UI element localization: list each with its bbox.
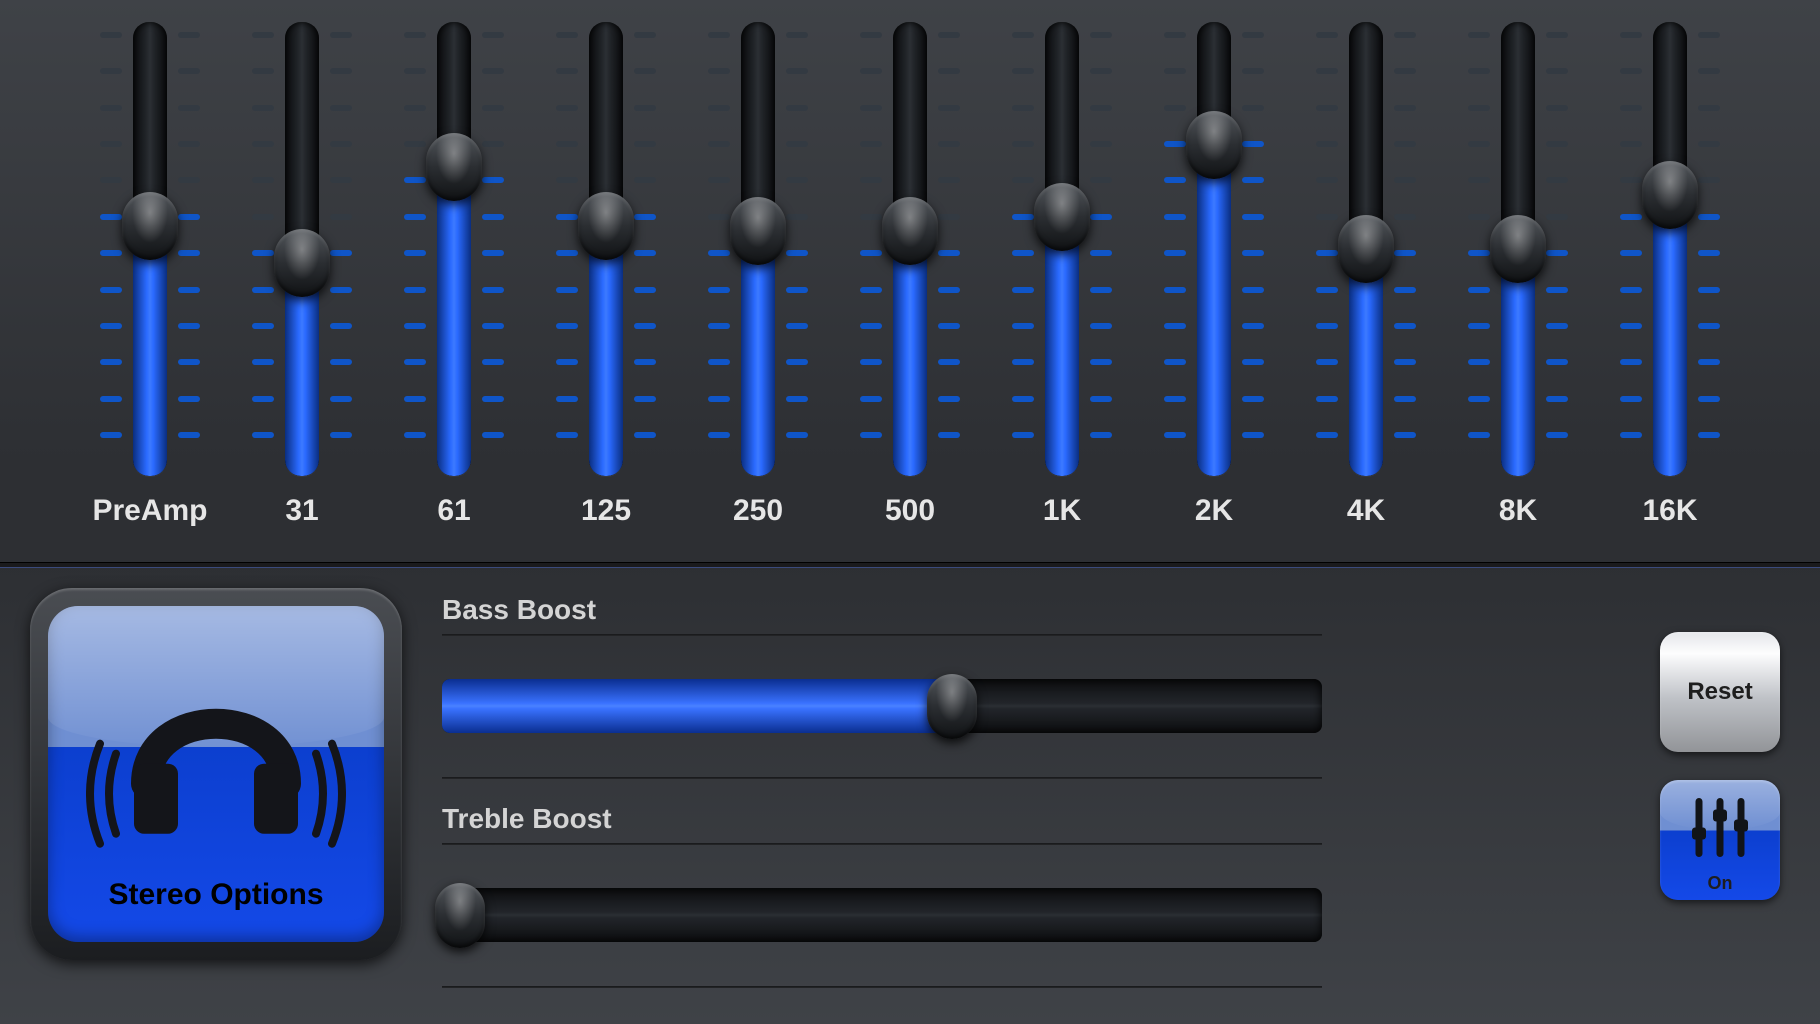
stereo-options-label: Stereo Options xyxy=(48,878,384,912)
eq-slider-thumb[interactable] xyxy=(274,229,330,297)
eq-band-label: 4K xyxy=(1347,494,1385,528)
eq-band-label: 500 xyxy=(885,494,935,528)
bass-boost-slider[interactable] xyxy=(442,660,1322,751)
eq-slider-thumb[interactable] xyxy=(1034,183,1090,251)
eq-slider-31[interactable] xyxy=(242,16,362,486)
boost-sliders: Bass Boost Treble Boost xyxy=(442,588,1322,1004)
eq-power-button[interactable]: On xyxy=(1660,780,1780,900)
eq-band-label: 8K xyxy=(1499,494,1537,528)
eq-band-250: 250 xyxy=(698,16,818,556)
eq-band-label: 2K xyxy=(1195,494,1233,528)
equalizer-app: PreAmp 31 61 125 250 500 1K 2K 4K 8K 16K xyxy=(0,0,1820,1024)
eq-band-label: 250 xyxy=(733,494,783,528)
eq-band-label: 31 xyxy=(285,494,318,528)
eq-band-label: 16K xyxy=(1642,494,1697,528)
eq-slider-500[interactable] xyxy=(850,16,970,486)
eq-band-4k: 4K xyxy=(1306,16,1426,556)
panel-divider xyxy=(0,562,1820,568)
eq-band-31: 31 xyxy=(242,16,362,556)
bass-boost-label: Bass Boost xyxy=(442,594,1322,626)
eq-slider-thumb[interactable] xyxy=(1186,111,1242,179)
eq-band-label: 1K xyxy=(1043,494,1081,528)
stereo-options-button[interactable]: Stereo Options xyxy=(30,588,402,960)
eq-slider-thumb[interactable] xyxy=(426,133,482,201)
eq-slider-1k[interactable] xyxy=(1002,16,1122,486)
treble-boost-label: Treble Boost xyxy=(442,803,1322,835)
eq-band-500: 500 xyxy=(850,16,970,556)
eq-slider-thumb[interactable] xyxy=(1490,215,1546,283)
eq-slider-61[interactable] xyxy=(394,16,514,486)
eq-slider-thumb[interactable] xyxy=(1642,161,1698,229)
eq-slider-8k[interactable] xyxy=(1458,16,1578,486)
eq-slider-thumb[interactable] xyxy=(730,197,786,265)
eq-slider-16k[interactable] xyxy=(1610,16,1730,486)
eq-band-preamp: PreAmp xyxy=(90,16,210,556)
eq-band-label: PreAmp xyxy=(92,494,207,528)
eq-band-label: 125 xyxy=(581,494,631,528)
eq-band-61: 61 xyxy=(394,16,514,556)
eq-slider-250[interactable] xyxy=(698,16,818,486)
sliders-icon xyxy=(1685,796,1755,865)
bottom-panel: Stereo Options Bass Boost Treble Boost R… xyxy=(0,570,1820,1024)
reset-button[interactable]: Reset xyxy=(1660,632,1780,752)
eq-slider-preamp[interactable] xyxy=(90,16,210,486)
reset-button-label: Reset xyxy=(1660,678,1780,706)
eq-band-16k: 16K xyxy=(1610,16,1730,556)
eq-slider-thumb[interactable] xyxy=(882,197,938,265)
eq-band-8k: 8K xyxy=(1458,16,1578,556)
eq-power-label: On xyxy=(1660,873,1780,894)
eq-band-label: 61 xyxy=(437,494,470,528)
eq-slider-4k[interactable] xyxy=(1306,16,1426,486)
eq-band-2k: 2K xyxy=(1154,16,1274,556)
eq-slider-thumb[interactable] xyxy=(122,192,178,260)
treble-boost-slider[interactable] xyxy=(442,869,1322,960)
right-button-column: Reset On xyxy=(1660,588,1790,1004)
eq-band-1k: 1K xyxy=(1002,16,1122,556)
eq-slider-2k[interactable] xyxy=(1154,16,1274,486)
eq-slider-125[interactable] xyxy=(546,16,666,486)
eq-slider-thumb[interactable] xyxy=(578,192,634,260)
eq-slider-thumb[interactable] xyxy=(1338,215,1394,283)
headphones-icon xyxy=(86,643,346,858)
eq-band-125: 125 xyxy=(546,16,666,556)
equalizer-panel: PreAmp 31 61 125 250 500 1K 2K 4K 8K 16K xyxy=(0,0,1820,562)
